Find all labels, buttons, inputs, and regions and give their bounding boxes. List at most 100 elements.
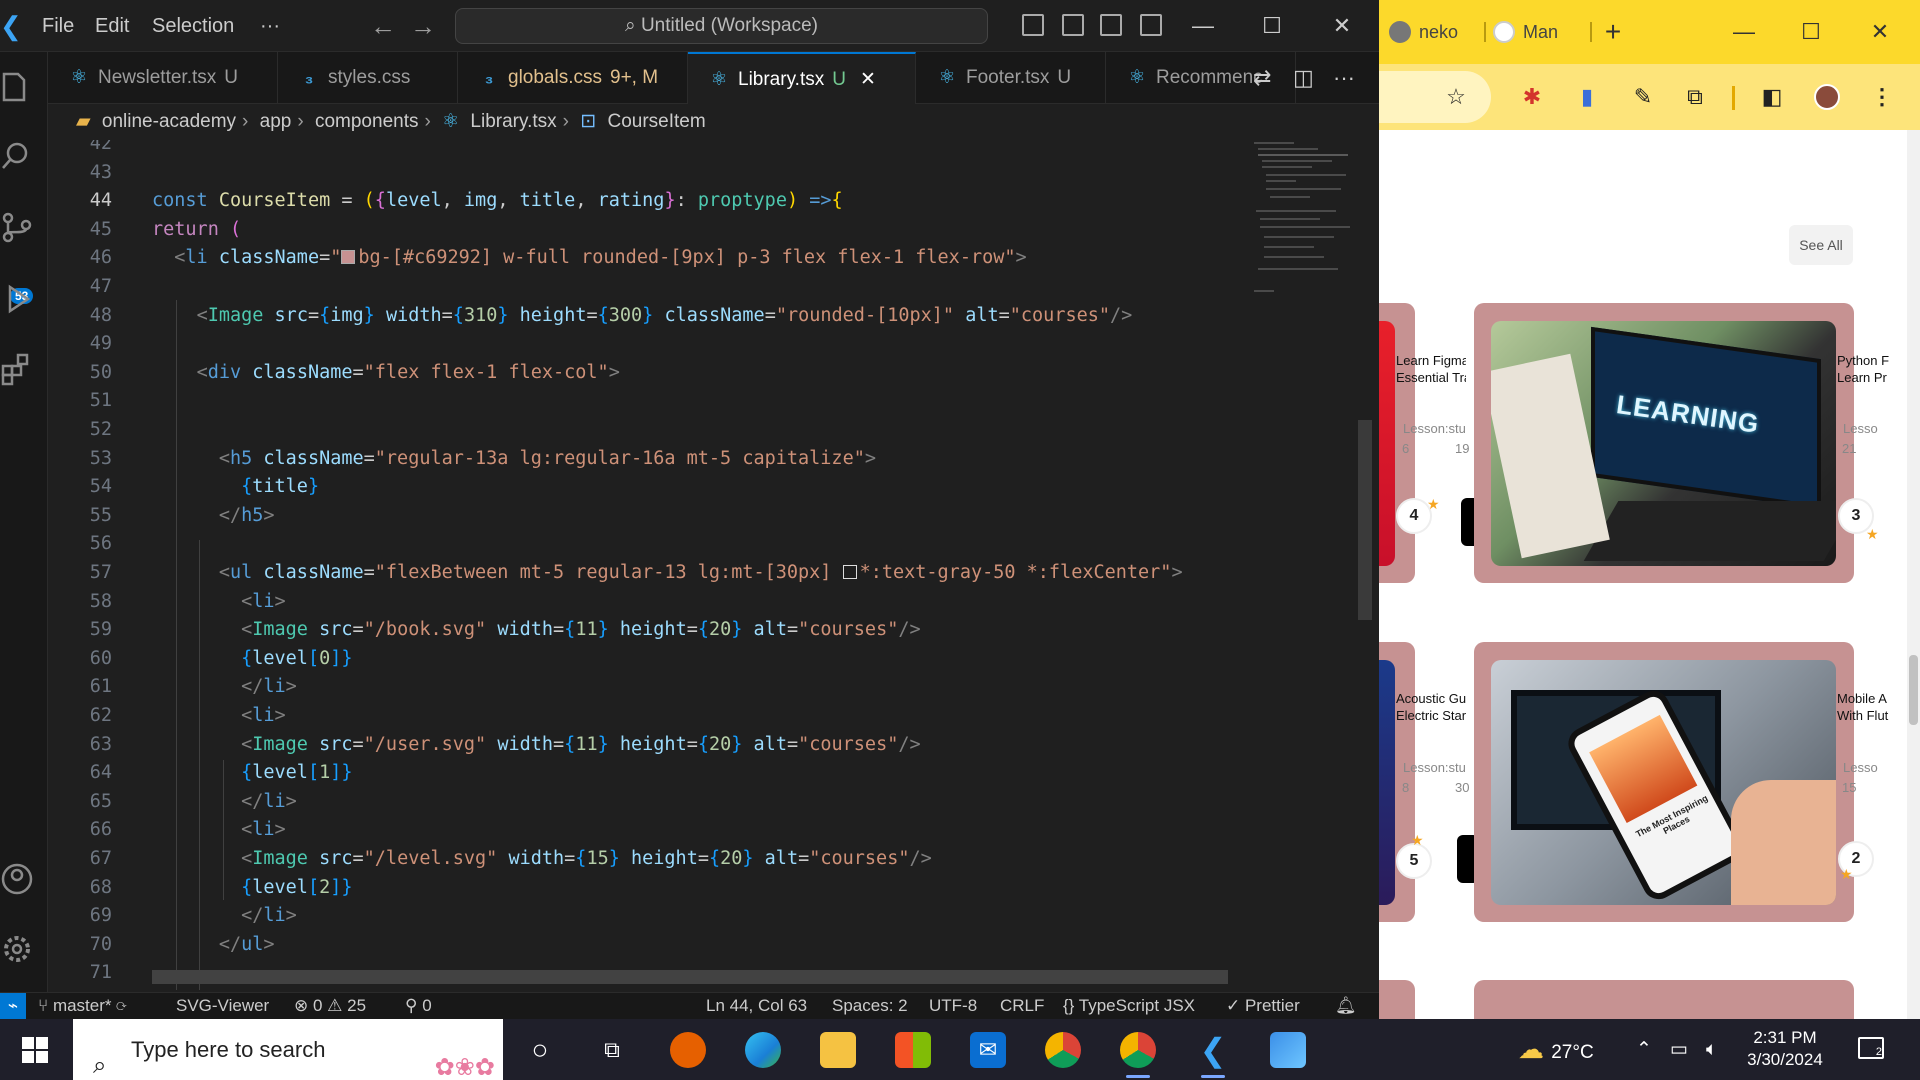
eol-status[interactable]: CRLF <box>1000 993 1044 1019</box>
chrome-icon[interactable] <box>1045 1032 1081 1068</box>
tab-newsletter[interactable]: ⚛ Newsletter.tsx U <box>48 52 278 104</box>
weather-widget[interactable]: ☁︎ 27°C <box>1518 1019 1594 1080</box>
tab-globals[interactable]: ₃ globals.css 9+, M <box>458 52 688 104</box>
page-scrollbar[interactable] <box>1907 130 1920 1019</box>
language-mode[interactable]: {} TypeScript JSX <box>1063 993 1195 1019</box>
extension-icon[interactable]: ▮ <box>1574 84 1600 110</box>
maximize-button[interactable]: ☐ <box>1252 0 1292 52</box>
breadcrumb-item[interactable]: components <box>315 111 419 132</box>
chrome-menu-icon[interactable]: ⋮ <box>1869 84 1895 110</box>
mail-icon[interactable]: ✉ <box>970 1032 1006 1068</box>
eyedropper-icon[interactable]: ✎ <box>1630 84 1656 110</box>
code-line: 50 <div className="flex flex-1 flex-col"… <box>89 361 620 383</box>
back-arrow-icon[interactable]: ← <box>370 0 396 52</box>
indentation-status[interactable]: Spaces: 2 <box>832 993 908 1019</box>
more-actions-icon[interactable]: ··· <box>1333 52 1355 104</box>
extensions-puzzle-icon[interactable]: ⧉ <box>1682 84 1708 110</box>
course-card[interactable] <box>1474 980 1854 1019</box>
compare-changes-icon[interactable]: ⇄ <box>1253 52 1271 104</box>
lesson-count: 21 <box>1842 441 1857 456</box>
address-bar[interactable]: ☆ <box>1379 71 1491 123</box>
toggle-secondary-sidebar-icon[interactable] <box>1100 14 1122 36</box>
chrome-close-button[interactable]: ✕ <box>1860 12 1900 52</box>
chrome-minimize-button[interactable]: — <box>1724 12 1764 52</box>
edge-icon[interactable] <box>745 1032 781 1068</box>
breadcrumb-item[interactable]: app <box>260 111 292 132</box>
menu-edit[interactable]: Edit <box>95 0 129 52</box>
vscode-window: ❮ File Edit Selection ··· ← → ⌕ Untitled… <box>0 0 1379 1019</box>
side-panel-icon[interactable]: ◧ <box>1759 84 1785 110</box>
split-editor-icon[interactable]: ◫ <box>1293 52 1314 104</box>
tab-library[interactable]: ⚛ Library.tsx U ✕ <box>688 52 916 104</box>
minimap[interactable] <box>1252 140 1362 340</box>
task-view-icon[interactable]: ⧉ <box>594 1032 630 1068</box>
course-card[interactable]: The Most Inspiring Places <box>1474 642 1854 922</box>
svg-viewer-status[interactable]: SVG-Viewer <box>176 993 269 1019</box>
ports-status[interactable]: ⚲ 0 <box>405 993 432 1019</box>
breadcrumb-item[interactable]: CourseItem <box>607 111 705 132</box>
microsoft-store-icon[interactable] <box>895 1032 931 1068</box>
taskbar-search-box[interactable]: ⌕ Type here to search ✿❀✿ <box>73 1019 503 1080</box>
firefox-icon[interactable] <box>670 1032 706 1068</box>
forward-arrow-icon[interactable]: → <box>410 0 436 52</box>
prettier-status[interactable]: ✓ Prettier <box>1226 993 1300 1019</box>
command-center-search[interactable]: ⌕ Untitled (Workspace) <box>455 8 988 44</box>
account-icon[interactable] <box>0 862 34 896</box>
profile-avatar[interactable] <box>1814 84 1840 110</box>
show-hidden-icons-chevron-up-icon[interactable]: ⌃ <box>1636 1019 1652 1080</box>
cortana-icon[interactable]: ○ <box>522 1032 558 1068</box>
source-control-icon[interactable] <box>0 210 34 244</box>
notifications-bell-icon[interactable]: 🔔︎ <box>1335 993 1357 1019</box>
toggle-primary-sidebar-icon[interactable] <box>1022 14 1044 36</box>
photos-icon[interactable] <box>1270 1032 1306 1068</box>
chrome-maximize-button[interactable]: ☐ <box>1791 12 1831 52</box>
windows-taskbar: ⌕ Type here to search ✿❀✿ ○ ⧉ ✉ ❮ ☁︎ 27°… <box>0 1019 1920 1080</box>
code-line: 51 <box>89 390 112 412</box>
vertical-scrollbar[interactable] <box>1358 420 1372 620</box>
code-line: 56 <box>89 533 112 555</box>
course-card[interactable]: LEARNING <box>1474 303 1854 583</box>
explorer-icon[interactable] <box>0 70 34 104</box>
search-icon[interactable] <box>0 140 34 174</box>
code-editor[interactable]: 42 43 44 const CourseItem = ({level, img,… <box>48 140 1248 995</box>
windows-start-icon[interactable] <box>22 1037 48 1063</box>
problems-status[interactable]: ⊗ 0 ⚠ 25 <box>294 993 366 1019</box>
clock[interactable]: 2:31 PM 3/30/2024 <box>1740 1027 1830 1071</box>
see-all-button[interactable]: See All <box>1789 225 1853 265</box>
course-card[interactable] <box>1379 642 1415 922</box>
horizontal-scrollbar[interactable] <box>152 970 1228 984</box>
file-explorer-icon[interactable] <box>820 1032 856 1068</box>
new-tab-button[interactable]: + <box>1593 12 1633 52</box>
cursor-position[interactable]: Ln 44, Col 63 <box>706 993 807 1019</box>
notification-center-icon[interactable]: 2 <box>1858 1037 1884 1059</box>
encoding-status[interactable]: UTF-8 <box>929 993 977 1019</box>
manage-gear-icon[interactable] <box>0 932 34 966</box>
run-debug-icon[interactable] <box>0 282 34 316</box>
course-card[interactable] <box>1379 303 1415 583</box>
vscode-icon[interactable]: ❮ <box>1195 1032 1231 1078</box>
chrome-icon[interactable] <box>1120 1032 1156 1078</box>
minimize-button[interactable]: — <box>1183 0 1223 52</box>
menu-more[interactable]: ··· <box>260 0 280 52</box>
breadcrumb-item[interactable]: Library.tsx <box>470 111 556 132</box>
tab-footer[interactable]: ⚛ Footer.tsx U <box>916 52 1106 104</box>
bookmark-star-icon[interactable]: ☆ <box>1443 84 1469 110</box>
close-tab-icon[interactable]: ✕ <box>860 69 876 90</box>
chrome-tab-neko[interactable]: neko <box>1389 12 1484 52</box>
star-icon: ★ <box>1866 526 1879 542</box>
chrome-tab-man[interactable]: Man <box>1493 12 1588 52</box>
toggle-panel-icon[interactable] <box>1062 14 1084 36</box>
course-card[interactable] <box>1379 980 1415 1019</box>
remote-indicator-icon[interactable]: ⌁ <box>0 993 26 1019</box>
battery-icon[interactable]: ▭ <box>1670 1019 1688 1080</box>
volume-icon[interactable]: 🔈︎ <box>1706 1019 1717 1080</box>
customize-layout-icon[interactable] <box>1140 14 1162 36</box>
extensions-icon[interactable] <box>0 352 34 386</box>
extension-icon[interactable]: ✱ <box>1519 84 1545 110</box>
menu-file[interactable]: File <box>42 0 74 52</box>
close-button[interactable]: ✕ <box>1322 0 1362 52</box>
menu-selection[interactable]: Selection <box>152 0 234 52</box>
breadcrumb-item[interactable]: online-academy <box>102 111 236 132</box>
branch-status[interactable]: ⑂ master* ⟳ <box>38 993 126 1019</box>
tab-styles[interactable]: ₃ styles.css <box>278 52 458 104</box>
